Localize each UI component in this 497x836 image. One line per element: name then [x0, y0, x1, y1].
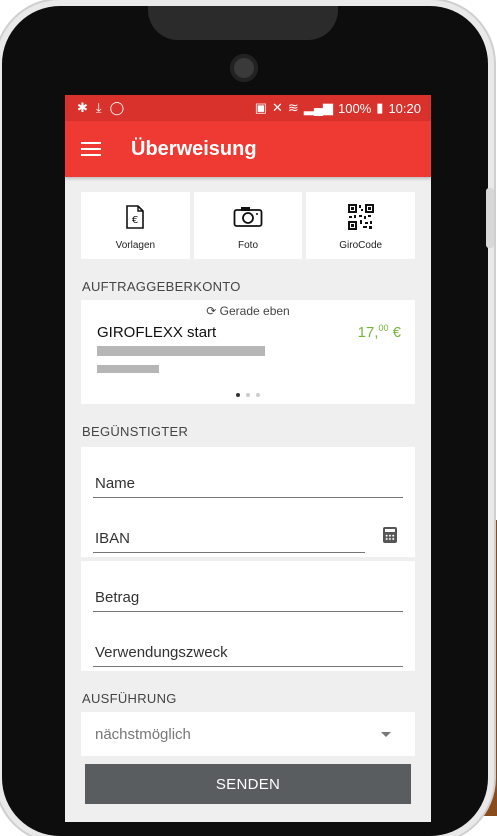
battery-percent: 100% — [338, 100, 372, 116]
purpose-field-label: Verwendungszweck — [95, 644, 228, 661]
battery-icon: ▮ — [376, 100, 384, 115]
document-euro-icon: € — [126, 202, 145, 232]
iban-field[interactable]: IBAN — [93, 502, 403, 557]
iban-field-label: IBAN — [95, 530, 131, 547]
hamburger-menu-icon[interactable] — [81, 142, 101, 156]
qr-code-icon — [347, 202, 374, 232]
page-indicator — [81, 393, 415, 397]
name-field-label: Name — [95, 475, 136, 492]
svg-text:€: € — [132, 215, 138, 226]
side-button — [486, 188, 494, 248]
girocode-button[interactable]: GiroCode — [306, 192, 416, 259]
front-camera — [230, 54, 258, 82]
account-card[interactable]: ⟳ Gerade eben GIROFLEXX start 17,00 € — [81, 300, 415, 404]
notification-icon: ✱ — [77, 100, 88, 115]
download-icon: ⤓ — [95, 100, 102, 115]
templates-button[interactable]: € Vorlagen — [81, 192, 190, 259]
sync-status: ⟳ Gerade eben — [81, 304, 415, 318]
refresh-icon[interactable]: ⟳ — [206, 304, 216, 318]
amount-field-label: Betrag — [95, 589, 140, 606]
execution-section-label: AUSFÜHRUNG — [82, 691, 177, 706]
quick-actions: € Vorlagen Foto GiroCode — [81, 192, 416, 259]
clock: 10:20 — [388, 100, 421, 116]
girocode-label: GiroCode — [339, 240, 383, 251]
sync-text: Gerade eben — [219, 304, 290, 318]
page-title: Überweisung — [131, 137, 257, 160]
name-field[interactable]: Name — [93, 447, 403, 502]
page-dot — [236, 393, 240, 397]
sync-status-icon: ◯ — [109, 100, 125, 115]
photo-button[interactable]: Foto — [193, 192, 303, 259]
camera-icon — [233, 202, 263, 232]
sender-section-label: AUFTRAGGEBERKONTO — [82, 279, 241, 294]
recipient-section-label: BEGÜNSTIGTER — [82, 424, 189, 439]
execution-date-value: nächstmöglich — [95, 725, 191, 743]
masked-bic — [97, 365, 159, 373]
amount-field[interactable]: Betrag — [93, 561, 403, 616]
purpose-field[interactable]: Verwendungszweck — [93, 616, 403, 671]
status-bar: ✱ ⤓ ◯ ▣ ✕ ≋ ▂▄▆ 100% ▮ 10:20 — [65, 95, 431, 121]
templates-label: Vorlagen — [115, 240, 156, 251]
signal-icon: ▂▄▆ — [303, 100, 334, 115]
execution-date-select[interactable]: nächstmöglich — [81, 712, 415, 756]
page-dot — [246, 393, 250, 397]
phone-frame: ✱ ⤓ ◯ ▣ ✕ ≋ ▂▄▆ 100% ▮ 10:20 Überweisung — [2, 6, 494, 836]
cast-icon: ▣ — [254, 100, 268, 115]
send-button[interactable]: SENDEN — [85, 764, 411, 804]
phone-notch — [148, 6, 338, 40]
app-screen: ✱ ⤓ ◯ ▣ ✕ ≋ ▂▄▆ 100% ▮ 10:20 Überweisung — [65, 95, 431, 822]
wifi-icon: ≋ — [287, 100, 299, 115]
page-dot — [256, 393, 260, 397]
dropdown-arrow-icon — [381, 731, 391, 737]
calculator-icon[interactable] — [383, 527, 397, 543]
account-balance: 17,00 € — [357, 323, 401, 341]
app-bar: Überweisung — [65, 121, 431, 177]
mute-icon: ✕ — [272, 100, 283, 115]
account-name: GIROFLEXX start — [97, 324, 217, 341]
recipient-form: Name IBAN Betrag Verwendungszweck — [81, 447, 415, 671]
masked-iban — [97, 346, 265, 356]
photo-label: Foto — [238, 240, 259, 251]
